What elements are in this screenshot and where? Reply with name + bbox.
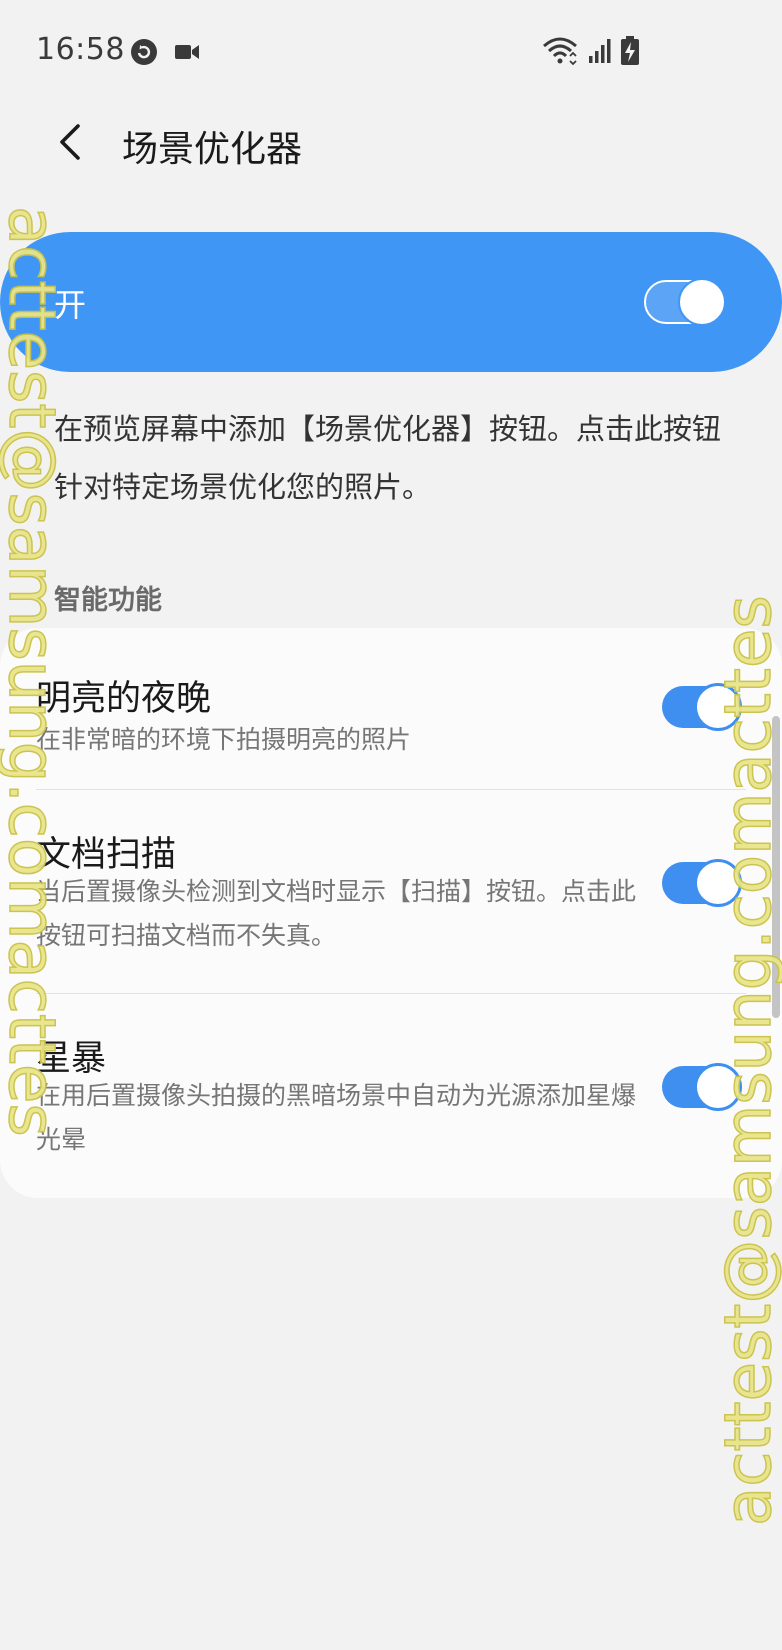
master-toggle[interactable]: [644, 278, 726, 326]
document-scan-toggle[interactable]: [662, 859, 742, 907]
back-button[interactable]: [46, 116, 94, 172]
starburst-toggle[interactable]: [662, 1063, 742, 1111]
feature-row-bright-night[interactable]: 明亮的夜晚 在非常暗的环境下拍摄明亮的照片: [0, 628, 782, 790]
toggle-thumb: [694, 1063, 742, 1111]
video-icon: [174, 40, 200, 64]
feature-description: 在预览屏幕中添加【场景优化器】按钮。点击此按钮针对特定场景优化您的照片。: [54, 412, 722, 504]
page-title: 场景优化器: [122, 129, 303, 170]
feature-row-starburst[interactable]: 星暴 在用后置摄像头拍摄的黑暗场景中自动为光源添加星爆光晕: [0, 994, 782, 1198]
bright-night-toggle[interactable]: [662, 683, 742, 731]
feature-row-document-scan[interactable]: 文档扫描 当后置摄像头检测到文档时显示【扫描】按钮。点击此按钮可扫描文档而不失真…: [0, 790, 782, 994]
feature-subtitle: 在非常暗的环境下拍摄明亮的照片: [36, 725, 412, 754]
master-switch-bar[interactable]: 开: [0, 232, 782, 372]
chevron-left-icon: [56, 122, 84, 166]
master-toggle-thumb: [678, 278, 726, 326]
master-switch-label: 开: [54, 286, 87, 324]
battery-charging-icon: [620, 36, 640, 66]
status-bar: 16:58: [0, 0, 782, 100]
wifi-icon: [542, 36, 578, 66]
feature-subtitle: 在用后置摄像头拍摄的黑暗场景中自动为光源添加星爆光晕: [36, 1081, 637, 1154]
toggle-thumb: [694, 683, 742, 731]
status-time: 16:58: [36, 32, 125, 67]
features-card: 明亮的夜晚 在非常暗的环境下拍摄明亮的照片 文档扫描 当后置摄像头检测到文档时显…: [0, 628, 782, 1198]
toggle-thumb: [694, 859, 742, 907]
feature-title: 明亮的夜晚: [36, 679, 212, 719]
sync-icon: [130, 38, 158, 66]
section-header: 智能功能: [54, 585, 162, 616]
feature-subtitle: 当后置摄像头检测到文档时显示【扫描】按钮。点击此按钮可扫描文档而不失真。: [36, 877, 637, 950]
scrollbar[interactable]: [772, 716, 780, 1018]
signal-icon: [588, 38, 612, 64]
